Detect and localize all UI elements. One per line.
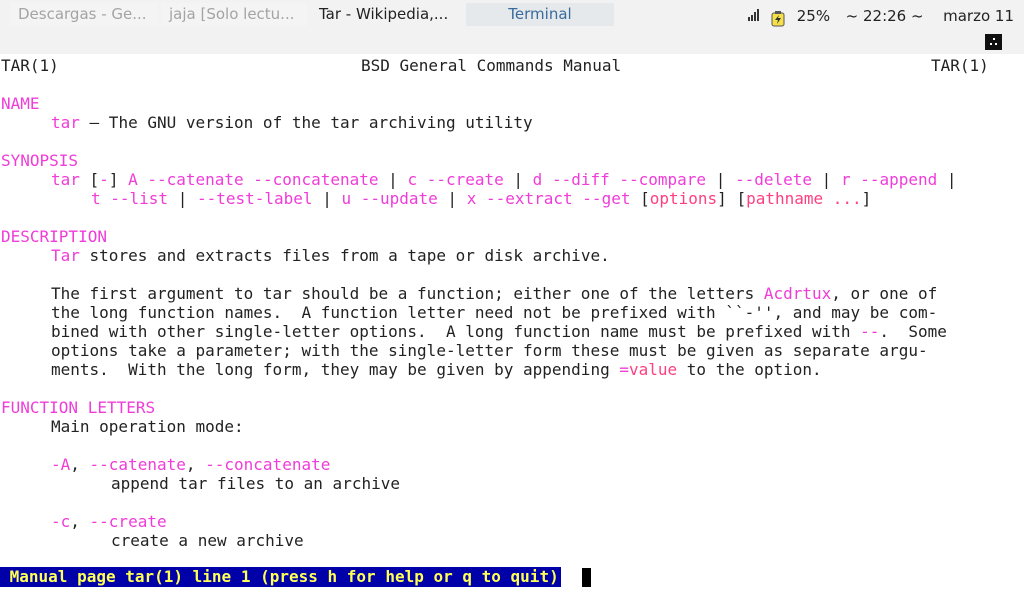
- system-tray: 25% ~ 22:26 ~ marzo 11: [748, 0, 1014, 30]
- option-create-desc: create a new archive: [111, 531, 304, 550]
- pager-status-line: Manual page tar(1) line 1 (press h for h…: [0, 567, 561, 587]
- name-line: tar — The GNU version of the tar archivi…: [51, 113, 533, 132]
- terminal-toolbar: [0, 30, 1024, 54]
- section-description: DESCRIPTION: [1, 227, 107, 246]
- section-function-letters: FUNCTION LETTERS: [1, 398, 156, 417]
- signal-icon[interactable]: [748, 9, 761, 22]
- man-header-center: BSD General Commands Manual: [361, 56, 622, 75]
- paragraph-line-4: options take a parameter; with the singl…: [51, 341, 928, 360]
- taskbar-tab-wikipedia[interactable]: Tar - Wikipedia,...: [311, 3, 463, 26]
- taskbar-tab-terminal[interactable]: Terminal: [466, 3, 614, 26]
- date[interactable]: marzo 11: [943, 1, 1014, 31]
- taskbar-tab-descargas[interactable]: Descargas - Ge...: [10, 3, 158, 26]
- terminal-area[interactable]: TAR(1) BSD General Commands Manual TAR(1…: [0, 54, 1024, 600]
- paragraph-line-5: ments. With the long form, they may be g…: [51, 360, 822, 379]
- section-synopsis: SYNOPSIS: [1, 151, 79, 170]
- man-header-left: TAR(1): [1, 56, 59, 75]
- option-catenate-desc: append tar files to an archive: [111, 474, 400, 493]
- clock[interactable]: ~ 22:26 ~: [846, 1, 924, 31]
- terminal-cursor: [582, 568, 591, 587]
- function-letters-intro: Main operation mode:: [51, 417, 244, 436]
- synopsis-line-1: tar [-] A --catenate --concatenate | c -…: [51, 170, 957, 189]
- terminal-menu-icon[interactable]: [985, 34, 1002, 50]
- option-create: -c, --create: [51, 512, 167, 531]
- option-catenate: -A, --catenate, --concatenate: [51, 455, 331, 474]
- paragraph-line-3: bined with other single-letter options. …: [51, 322, 947, 341]
- paragraph-line-2: the long function names. A function lett…: [51, 303, 938, 322]
- paragraph-line-1: The first argument to tar should be a fu…: [51, 284, 938, 303]
- taskbar-tab-jaja[interactable]: jaja [Solo lectu...: [161, 3, 307, 26]
- man-header-right: TAR(1): [931, 56, 989, 75]
- description-line-1: Tar stores and extracts files from a tap…: [51, 246, 610, 265]
- section-name: NAME: [1, 94, 40, 113]
- top-panel: Descargas - Ge... jaja [Solo lectu... Ta…: [0, 0, 1024, 30]
- battery-icon[interactable]: [770, 7, 786, 27]
- synopsis-line-2: t --list | --test-label | u --update | x…: [91, 189, 872, 208]
- battery-percent: 25%: [796, 6, 831, 25]
